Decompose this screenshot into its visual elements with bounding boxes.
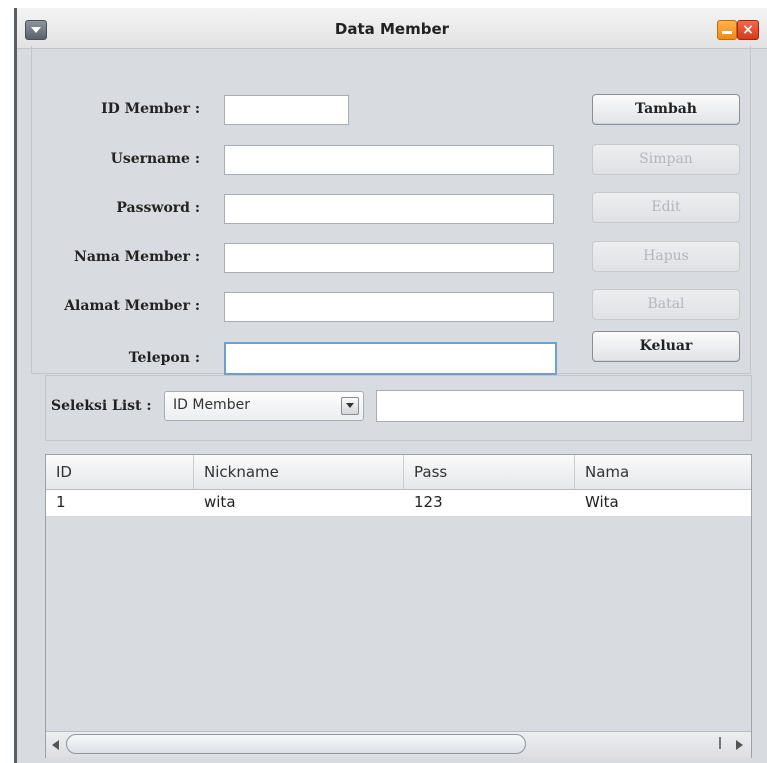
seleksi-list-selected: ID Member [173,397,250,413]
password-label: Password : [116,200,200,216]
search-input[interactable] [376,390,744,422]
nama-member-input[interactable] [224,243,554,273]
tambah-button[interactable]: Tambah [592,94,740,125]
table-header: ID Nickname Pass Nama [46,455,751,490]
data-member-window: Data Member × ID Member : Username : Pas… [14,8,767,763]
chevron-down-icon[interactable] [341,397,359,415]
edit-button[interactable]: Edit [592,192,740,223]
cell-id: 1 [56,493,66,511]
cell-pass: 123 [414,493,443,511]
cell-nama: Wita [585,493,619,511]
column-header-nickname[interactable]: Nickname [194,455,404,489]
batal-button[interactable]: Batal [592,289,740,320]
telepon-label: Telepon : [128,350,200,366]
id-member-input[interactable] [224,95,349,125]
scrollbar-thumb[interactable] [66,734,526,754]
scrollbar-grip [719,737,721,749]
scroll-right-icon[interactable] [736,740,743,750]
username-label: Username : [110,151,200,167]
column-header-nama[interactable]: Nama [575,455,751,489]
alamat-member-input[interactable] [224,292,554,322]
window-title: Data Member [334,20,450,38]
minimize-icon[interactable] [717,20,737,40]
selection-panel: Seleksi List : ID Member [45,375,752,441]
member-table: ID Nickname Pass Nama 1 wita 123 Wita [45,454,752,758]
simpan-button[interactable]: Simpan [592,144,740,175]
horizontal-scrollbar[interactable] [46,731,751,758]
id-member-label: ID Member : [101,101,200,117]
keluar-button[interactable]: Keluar [592,331,740,362]
close-icon[interactable]: × [737,20,759,40]
title-bar: Data Member × [17,8,767,49]
telepon-input[interactable] [224,342,557,375]
alamat-member-label: Alamat Member : [64,298,200,314]
seleksi-list-dropdown[interactable]: ID Member [164,391,364,421]
password-input[interactable] [224,194,554,224]
column-header-pass[interactable]: Pass [404,455,575,489]
column-header-id[interactable]: ID [46,455,194,489]
hapus-button[interactable]: Hapus [592,241,740,272]
table-row[interactable]: 1 wita 123 Wita [46,490,751,516]
cell-nickname: wita [204,493,236,511]
scroll-left-icon[interactable] [52,740,59,750]
username-input[interactable] [224,145,554,175]
nama-member-label: Nama Member : [74,249,200,265]
seleksi-list-label: Seleksi List : [51,398,152,414]
form-panel: ID Member : Username : Password : Nama M… [31,46,751,375]
